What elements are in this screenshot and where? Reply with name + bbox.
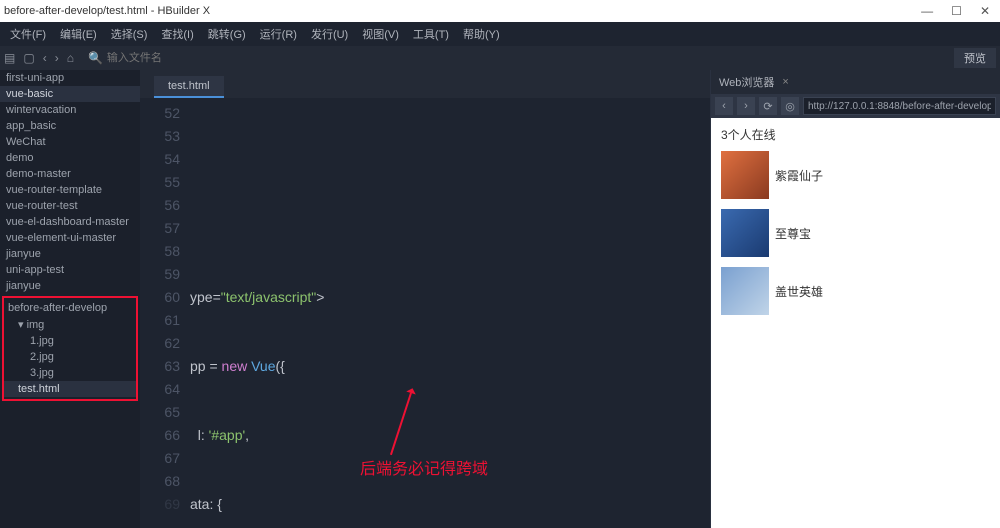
sidebar-item[interactable]: jianyue (0, 278, 140, 294)
menu-goto[interactable]: 跳转(G) (202, 26, 252, 42)
preview-forward-icon[interactable]: › (737, 97, 755, 115)
sidebar-toggle-icon[interactable]: ▤ (4, 51, 15, 65)
sidebar-item[interactable]: vue-router-test (0, 198, 140, 214)
home-icon[interactable]: ⌂ (67, 51, 74, 65)
preview-close-icon[interactable]: × (782, 76, 788, 88)
window-titlebar: before-after-develop/test.html - HBuilde… (0, 0, 1000, 22)
avatar (721, 209, 769, 257)
sidebar-item[interactable]: uni-app-test (0, 262, 140, 278)
code-area[interactable]: 525354555657585960616263646566676869 ype… (140, 98, 710, 528)
close-icon[interactable]: ✕ (980, 4, 990, 18)
file-search-input[interactable] (107, 52, 307, 64)
editor-tab[interactable]: test.html (154, 76, 224, 98)
avatar (721, 267, 769, 315)
sidebar-item[interactable]: WeChat (0, 134, 140, 150)
sidebar-item[interactable]: jianyue (0, 246, 140, 262)
toolbar: ▤ ▢ ‹ › ⌂ 🔍 预览 (0, 46, 1000, 70)
annotation-text: 后端务必记得跨域 (360, 458, 488, 481)
sidebar-item[interactable]: vue-basic (0, 86, 140, 102)
menu-edit[interactable]: 编辑(E) (54, 26, 103, 42)
sidebar-item[interactable]: demo (0, 150, 140, 166)
editor-pane: test.html 525354555657585960616263646566… (140, 70, 710, 528)
menu-tools[interactable]: 工具(T) (407, 26, 455, 42)
preview-url-input[interactable] (803, 97, 996, 115)
folder-img[interactable]: ▾ img (4, 316, 136, 333)
menu-run[interactable]: 运行(R) (254, 26, 303, 42)
preview-button[interactable]: 预览 (954, 48, 996, 68)
preview-content: 3个人在线 紫霞仙子 至尊宝 盖世英雄 (711, 118, 1000, 528)
sidebar-item[interactable]: vue-el-dashboard-master (0, 214, 140, 230)
avatar (721, 151, 769, 199)
forward-icon[interactable]: › (55, 51, 59, 65)
menu-file[interactable]: 文件(F) (4, 26, 52, 42)
highlighted-project: before-after-develop ▾ img 1.jpg 2.jpg 3… (2, 296, 138, 401)
editor-tabbar: test.html (140, 70, 710, 98)
online-count: 3个人在线 (721, 126, 990, 143)
user-row: 紫霞仙子 (721, 151, 990, 199)
file-test-html[interactable]: test.html (4, 381, 136, 397)
maximize-icon[interactable]: ☐ (951, 4, 962, 18)
sidebar-item[interactable]: vue-router-template (0, 182, 140, 198)
window-title: before-after-develop/test.html - HBuilde… (4, 5, 921, 17)
user-name: 盖世英雄 (775, 283, 823, 300)
web-preview-pane: Web浏览器 × ‹ › ⟳ ◎ 3个人在线 紫霞仙子 至尊宝 盖世英雄 (710, 70, 1000, 528)
file-item[interactable]: 2.jpg (4, 349, 136, 365)
menu-help[interactable]: 帮助(Y) (457, 26, 506, 42)
file-item[interactable]: 1.jpg (4, 333, 136, 349)
sidebar-item[interactable]: app_basic (0, 118, 140, 134)
project-root[interactable]: before-after-develop (4, 300, 136, 316)
sidebar-item[interactable]: wintervacation (0, 102, 140, 118)
menubar: 文件(F) 编辑(E) 选择(S) 查找(I) 跳转(G) 运行(R) 发行(U… (0, 22, 1000, 46)
file-item[interactable]: 3.jpg (4, 365, 136, 381)
menu-publish[interactable]: 发行(U) (305, 26, 354, 42)
line-gutter: 525354555657585960616263646566676869 (140, 98, 190, 528)
preview-refresh-icon[interactable]: ⟳ (759, 97, 777, 115)
menu-find[interactable]: 查找(I) (155, 26, 199, 42)
terminal-icon[interactable]: ▢ (23, 51, 34, 65)
sidebar-item[interactable]: first-uni-app (0, 70, 140, 86)
menu-select[interactable]: 选择(S) (105, 26, 154, 42)
search-icon: 🔍 (88, 51, 103, 65)
user-row: 至尊宝 (721, 209, 990, 257)
minimize-icon[interactable]: — (921, 4, 933, 18)
back-icon[interactable]: ‹ (43, 51, 47, 65)
project-sidebar: first-uni-app vue-basic wintervacation a… (0, 70, 140, 528)
preview-tab-label[interactable]: Web浏览器 (719, 74, 774, 90)
preview-pick-icon[interactable]: ◎ (781, 97, 799, 115)
preview-back-icon[interactable]: ‹ (715, 97, 733, 115)
user-name: 至尊宝 (775, 225, 811, 242)
user-name: 紫霞仙子 (775, 167, 823, 184)
menu-view[interactable]: 视图(V) (356, 26, 405, 42)
user-row: 盖世英雄 (721, 267, 990, 315)
sidebar-item[interactable]: demo-master (0, 166, 140, 182)
sidebar-item[interactable]: vue-element-ui-master (0, 230, 140, 246)
